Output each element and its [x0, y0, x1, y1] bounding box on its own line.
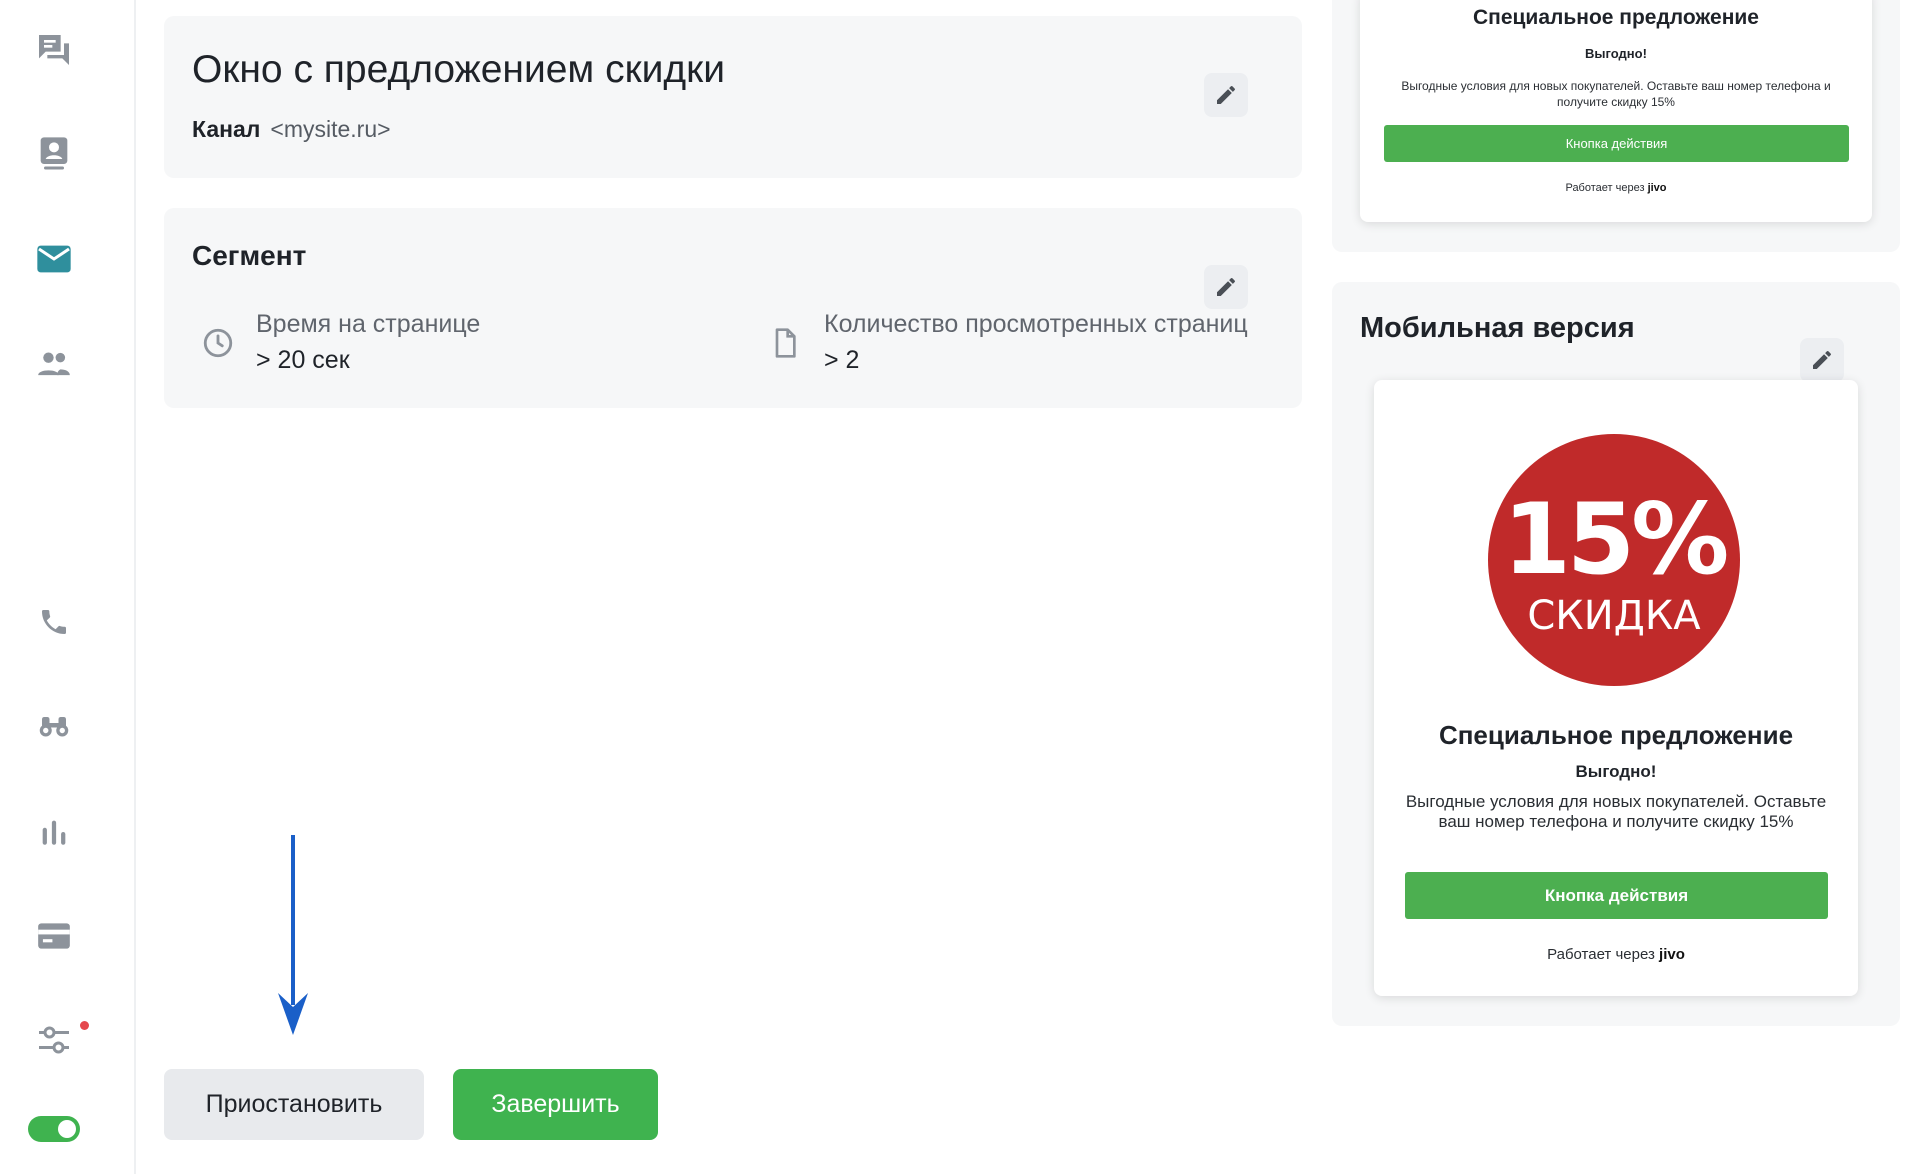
- edit-mobile-button[interactable]: [1800, 338, 1844, 382]
- clock-icon: [200, 325, 236, 361]
- desktop-preview-popup: Специальное предложение Выгодно! Выгодны…: [1360, 0, 1872, 222]
- preview-text: Выгодные условия для новых покупателей. …: [1401, 79, 1831, 109]
- chat-icon[interactable]: [30, 26, 78, 74]
- channel-value: <mysite.ru>: [270, 116, 391, 142]
- jivo-logo: jivo: [1647, 182, 1667, 194]
- channel-line: Канал <mysite.ru>: [192, 116, 391, 143]
- condition-label: Количество просмотренных страниц: [824, 310, 1248, 338]
- condition-time: Время на странице > 20 сек: [256, 306, 480, 378]
- preview-powered-by: Работает через jivo: [1374, 946, 1858, 963]
- segment-title: Сегмент: [192, 240, 307, 271]
- annotation-arrow: [278, 835, 308, 1035]
- page-title: Окно с предложением скидки: [192, 48, 726, 91]
- finish-button[interactable]: Завершить: [453, 1069, 658, 1140]
- condition-label: Время на странице: [256, 310, 481, 338]
- status-toggle[interactable]: [28, 1116, 80, 1142]
- settings-sliders-icon[interactable]: [30, 1016, 78, 1064]
- preview-powered-by: Работает через jivo: [1360, 182, 1872, 194]
- condition-value: > 2: [824, 346, 860, 374]
- phone-icon[interactable]: [30, 598, 78, 646]
- preview-action-button[interactable]: Кнопка действия: [1384, 125, 1849, 162]
- desktop-preview-section: Специальное предложение Выгодно! Выгодны…: [1332, 0, 1900, 252]
- people-icon[interactable]: [30, 340, 78, 388]
- preview-subtitle: Выгодно!: [1575, 762, 1657, 781]
- preview-action-button[interactable]: Кнопка действия: [1405, 872, 1828, 919]
- condition-value: > 20 сек: [256, 346, 350, 374]
- edit-segment-button[interactable]: [1204, 265, 1248, 309]
- campaign-card: Окно с предложением скидки Канал <mysite.…: [164, 16, 1302, 178]
- mail-icon[interactable]: [30, 235, 78, 283]
- document-icon: [767, 325, 803, 361]
- pencil-icon: [1217, 277, 1235, 296]
- preview-title: Специальное предложение: [1472, 6, 1759, 29]
- credit-card-icon[interactable]: [30, 912, 78, 960]
- discount-percent: 15%: [1502, 483, 1730, 597]
- pencil-icon: [1813, 350, 1831, 369]
- contact-card-icon[interactable]: [30, 130, 78, 178]
- preview-title: Специальное предложение: [1438, 720, 1794, 750]
- preview-text: Выгодные условия для новых покупателей. …: [1405, 792, 1827, 831]
- bar-chart-icon[interactable]: [30, 808, 78, 856]
- segment-card: Сегмент Время на странице > 20 сек Колич…: [164, 208, 1302, 408]
- binoculars-icon[interactable]: [30, 702, 78, 750]
- jivo-logo: jivo: [1659, 946, 1685, 963]
- channel-label: Канал: [192, 116, 261, 142]
- pencil-icon: [1217, 85, 1235, 104]
- sidebar: [0, 0, 136, 1174]
- discount-badge-image: 15% СКИДКА: [1488, 434, 1740, 686]
- pause-button[interactable]: Приостановить: [164, 1069, 424, 1140]
- mobile-preview-popup: 15% СКИДКА Специальное предложение Выгод…: [1374, 380, 1858, 996]
- powered-text: Работает через: [1547, 946, 1655, 963]
- preview-subtitle: Выгодно!: [1585, 46, 1647, 61]
- notification-badge: [80, 1021, 89, 1030]
- mobile-version-section: Мобильная версия 15% СКИДКА Специальное …: [1332, 282, 1900, 1026]
- mobile-section-title: Мобильная версия: [1360, 312, 1635, 344]
- edit-campaign-button[interactable]: [1204, 73, 1248, 117]
- discount-word: СКИДКА: [1527, 593, 1701, 639]
- condition-pages: Количество просмотренных страниц > 2: [824, 306, 1248, 378]
- powered-text: Работает через: [1565, 182, 1645, 194]
